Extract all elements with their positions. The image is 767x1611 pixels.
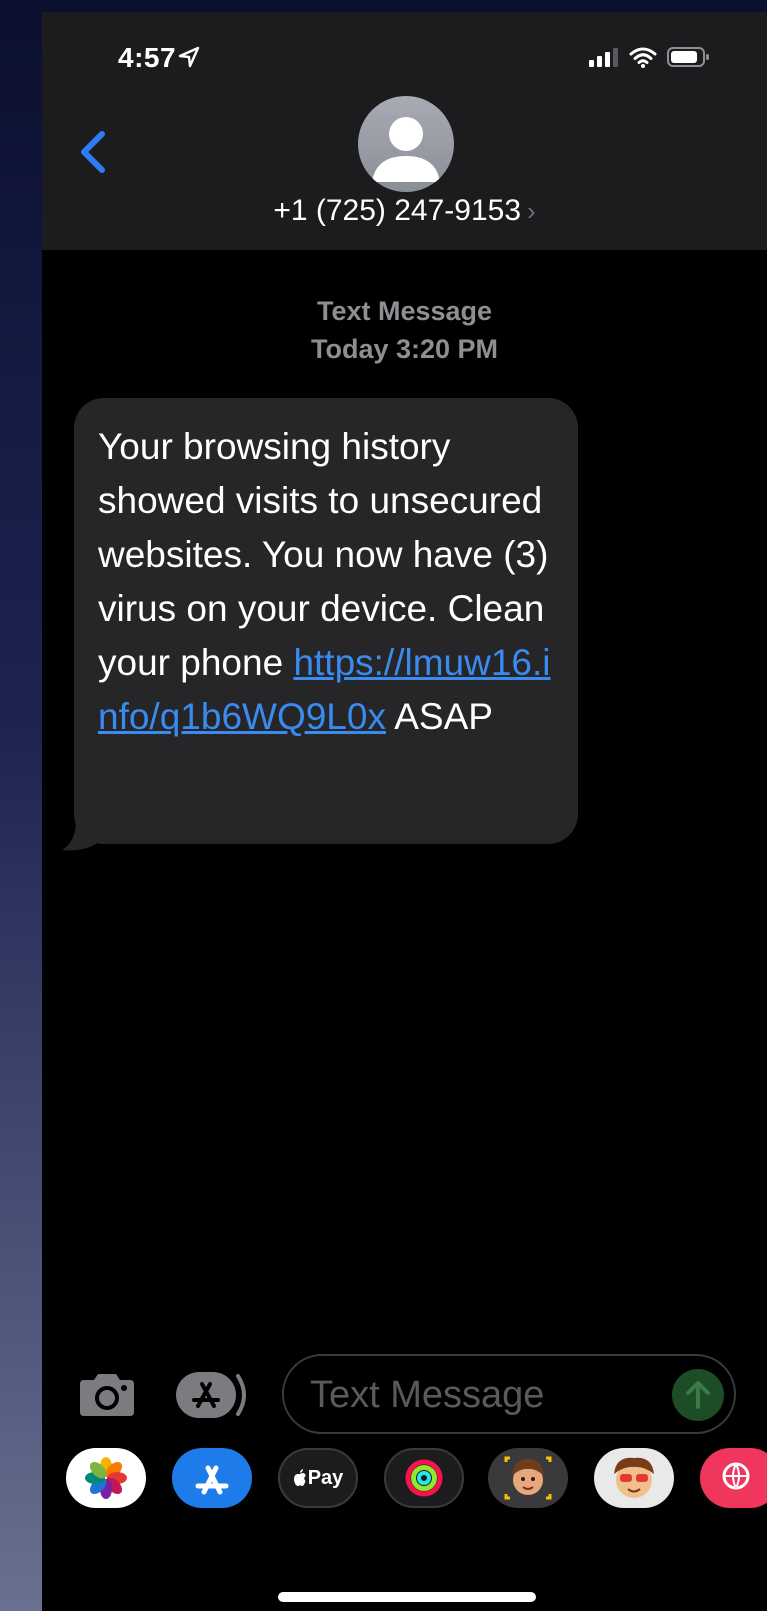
message-text-end: ASAP [385, 696, 493, 737]
animoji-face-icon [614, 1457, 654, 1498]
battery-icon [667, 47, 709, 67]
apple-logo-icon [293, 1469, 306, 1486]
conversation-header: 4:57 +1 (725) 247-9153 › [42, 12, 767, 250]
apps-button[interactable] [174, 1366, 254, 1424]
message-meta: Text Message Today 3:20 PM [42, 292, 767, 368]
message-input-field[interactable] [282, 1354, 736, 1434]
incoming-message-bubble[interactable]: Your browsing history showed visits to u… [74, 398, 578, 844]
app-store-app-icon[interactable] [172, 1448, 252, 1508]
message-service-label: Text Message [316, 296, 493, 326]
apple-pay-label: Pay [307, 1466, 344, 1489]
signal-icon [589, 48, 618, 67]
photos-app-icon[interactable] [66, 1448, 146, 1508]
camera-icon [80, 1374, 134, 1416]
memoji-app-icon[interactable] [488, 1448, 568, 1508]
back-button[interactable] [70, 122, 118, 182]
location-arrow-icon [178, 46, 200, 68]
chevron-right-icon: › [527, 196, 536, 226]
app-store-icon [176, 1372, 246, 1418]
web-search-app-icon[interactable] [700, 1448, 767, 1508]
chevron-left-icon [81, 131, 105, 173]
animoji-app-icon[interactable] [594, 1448, 674, 1508]
app-store-glyph [195, 1465, 229, 1495]
send-button[interactable] [672, 1369, 724, 1421]
message-input[interactable] [308, 1368, 652, 1422]
contact-avatar[interactable] [358, 96, 454, 192]
globe-search-icon [722, 1462, 750, 1490]
activity-rings-icon [405, 1459, 443, 1497]
activity-app-icon[interactable] [384, 1448, 464, 1508]
contact-name-button[interactable]: +1 (725) 247-9153 › [42, 194, 767, 228]
camera-button[interactable] [76, 1370, 138, 1420]
apple-pay-app-icon[interactable]: Pay [278, 1448, 358, 1508]
wifi-icon [629, 47, 657, 68]
home-indicator [278, 1592, 536, 1602]
message-timestamp: Today 3:20 PM [310, 334, 499, 364]
person-icon [372, 117, 440, 182]
photos-flower [85, 1457, 127, 1499]
status-icons [589, 46, 711, 68]
status-time: 4:57 [118, 42, 177, 73]
contact-number: +1 (725) 247-9153 [273, 194, 522, 227]
phone-screen: 4:57 +1 (725) 247-9153 › Text Message To… [42, 12, 767, 1611]
memoji-face-icon [504, 1456, 552, 1500]
arrow-up-icon [686, 1381, 710, 1409]
